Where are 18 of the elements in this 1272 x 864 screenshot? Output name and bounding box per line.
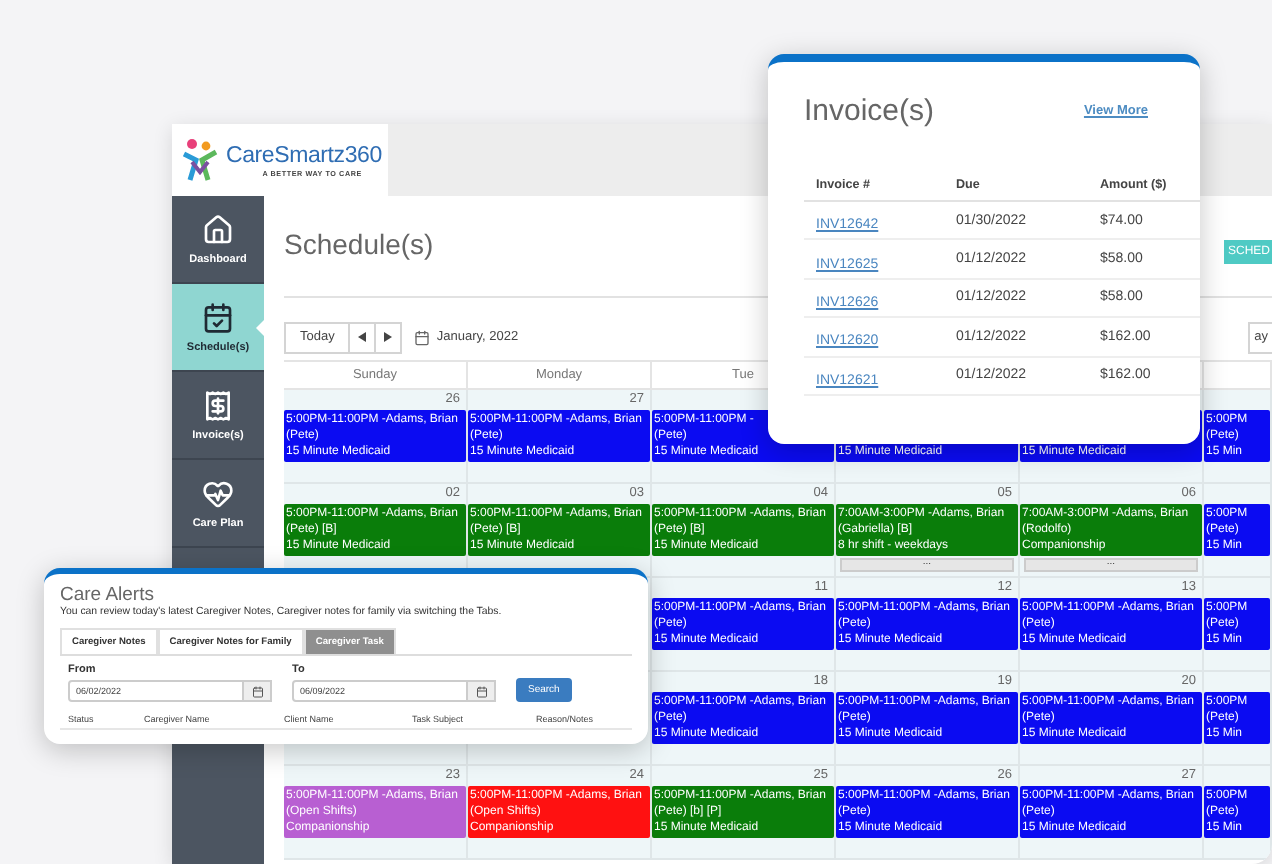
previous-button[interactable] xyxy=(350,321,377,353)
calendar-icon xyxy=(475,685,487,697)
calendar-icon xyxy=(414,329,431,345)
heart-pulse-icon xyxy=(202,477,234,509)
page-title: Schedule(s) xyxy=(284,228,434,260)
logo-icon xyxy=(180,136,220,184)
caret-right-icon xyxy=(384,332,393,342)
logo-name: CareSmartz360 xyxy=(226,143,382,169)
card-title: Care Alerts xyxy=(60,584,156,606)
calendar-check-icon xyxy=(202,301,234,333)
receipt-icon xyxy=(202,389,234,421)
calendar-icon xyxy=(251,685,263,697)
card-title: Invoice(s) xyxy=(804,94,935,128)
next-button[interactable] xyxy=(376,321,403,353)
caret-left-icon xyxy=(358,332,367,342)
home-icon xyxy=(202,213,234,245)
calendar-button[interactable] xyxy=(468,680,496,702)
calendar-button[interactable] xyxy=(244,680,272,702)
